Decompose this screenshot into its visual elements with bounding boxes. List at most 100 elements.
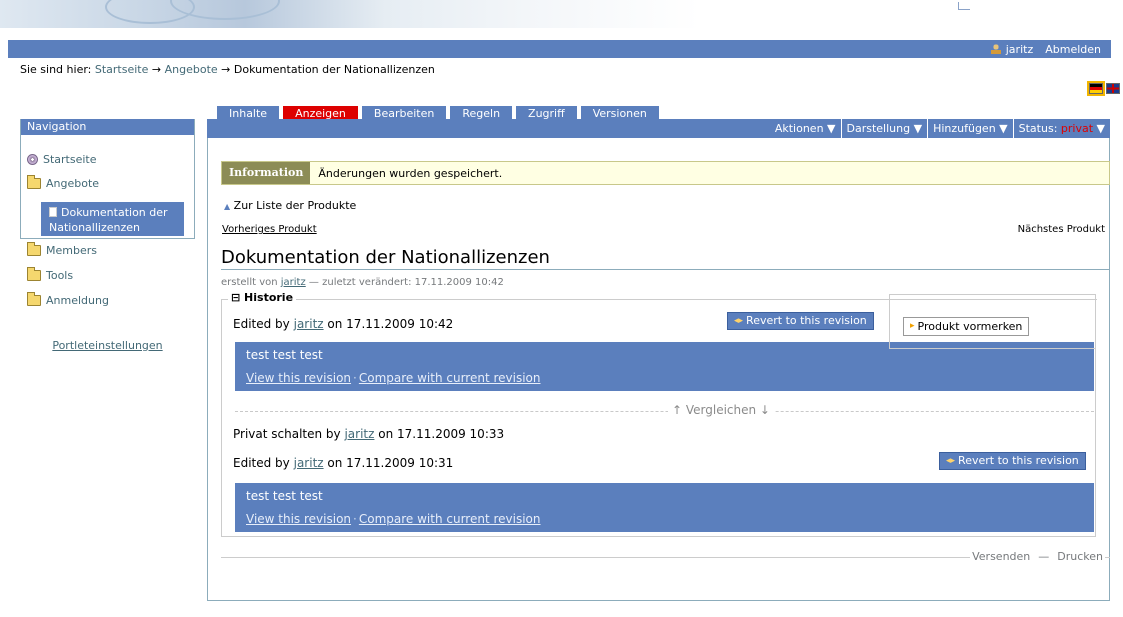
- nav-item-label: Anmeldung: [46, 294, 109, 307]
- revision-box: test test test View this revision · Compar…: [235, 342, 1094, 391]
- breadcrumb-prefix: Sie sind hier:: [20, 63, 92, 76]
- portlet-settings-link[interactable]: Portleteinstellungen: [52, 339, 162, 352]
- info-text: Änderungen wurden gespeichert.: [318, 166, 503, 180]
- previous-product-link[interactable]: Vorheriges Produkt: [222, 224, 317, 235]
- nav-item-label: Angebote: [46, 177, 100, 190]
- revision-comment: test test test: [246, 348, 323, 362]
- nav-item-dokumentation[interactable]: Dokumentation der Nationallizenzen: [41, 202, 184, 236]
- nav-item-anmeldung[interactable]: Anmeldung: [27, 292, 109, 307]
- link-separator: ·: [353, 512, 357, 526]
- nav-item-label: Tools: [46, 269, 74, 282]
- history-timestamp: on 17.11.2009 10:33: [378, 427, 505, 441]
- tab-zugriff[interactable]: Zugriff: [516, 106, 577, 120]
- german-flag-icon[interactable]: [1087, 81, 1105, 96]
- breadcrumb-separator: →: [221, 63, 231, 76]
- up-arrow-icon: ▲: [224, 202, 231, 211]
- display-menu[interactable]: Darstellung ▼: [840, 119, 928, 138]
- actions-menu[interactable]: Aktionen ▼: [770, 119, 841, 138]
- info-label: Information: [222, 162, 311, 184]
- dash: —: [1036, 550, 1052, 563]
- folder-icon: [27, 175, 41, 189]
- nav-item-label: Dokumentation der Nationallizenzen: [49, 206, 168, 234]
- compare-revision-link[interactable]: Compare with current revision: [359, 371, 541, 385]
- breadcrumb-angebote[interactable]: Angebote: [165, 63, 218, 76]
- history-action: Privat schalten by: [233, 427, 341, 441]
- history-user-link[interactable]: jaritz: [294, 317, 324, 331]
- history-timestamp: on 17.11.2009 10:42: [327, 317, 454, 331]
- history-action: Edited by: [233, 317, 290, 331]
- revert-label: Revert to this revision: [746, 314, 867, 327]
- history-entry: Edited by jaritz on 17.11.2009 10:31: [233, 456, 453, 470]
- vormerken-button[interactable]: ▸ Produkt vormerken: [903, 317, 1030, 336]
- view-revision-link[interactable]: View this revision: [246, 512, 351, 526]
- vormerken-label: Produkt vormerken: [917, 320, 1023, 333]
- tab-anzeigen[interactable]: Anzeigen: [283, 106, 358, 120]
- nav-item-angebote[interactable]: Angebote: [27, 175, 100, 190]
- folder-icon: [27, 292, 41, 306]
- page-title: Dokumentation der Nationallizenzen: [221, 247, 1109, 270]
- revision-comment: test test test: [246, 489, 323, 503]
- back-to-list-link[interactable]: ▲ Zur Liste der Produkte: [224, 199, 356, 212]
- revert-button[interactable]: ◂▸ Revert to this revision: [939, 452, 1086, 470]
- revert-icon: ◂▸: [946, 456, 956, 466]
- view-revision-link[interactable]: View this revision: [246, 371, 351, 385]
- content-actions-bar: Aktionen ▼ Darstellung ▼ Hinzufügen ▼ St…: [207, 119, 1110, 138]
- compare-revision-link[interactable]: Compare with current revision: [359, 512, 541, 526]
- content-area: Information Änderungen wurden gespeicher…: [207, 138, 1110, 601]
- compare-link[interactable]: ↑ Vergleichen ↓: [668, 403, 774, 417]
- user-icon: [990, 43, 1001, 54]
- document-byline: erstellt von jaritz — zuletzt verändert:…: [221, 277, 504, 288]
- link-separator: ·: [353, 371, 357, 385]
- breadcrumb-separator: →: [151, 63, 162, 76]
- banner-image: [0, 0, 700, 28]
- history-user-link[interactable]: jaritz: [344, 427, 374, 441]
- author-link[interactable]: jaritz: [281, 277, 306, 288]
- send-link[interactable]: Versenden: [970, 550, 1033, 563]
- portlet-footer: Portleteinstellungen: [20, 339, 195, 352]
- nav-item-startseite[interactable]: Startseite: [27, 153, 97, 166]
- tab-inhalte[interactable]: Inhalte: [217, 106, 280, 120]
- revert-icon: ◂▸: [734, 316, 744, 326]
- status-menu[interactable]: Status: privat ▼: [1012, 119, 1110, 138]
- document-icon: [49, 207, 57, 217]
- history-action: Edited by: [233, 456, 290, 470]
- history-toggle[interactable]: ⊟ Historie: [228, 291, 297, 304]
- content-tabs: Inhalte Anzeigen Bearbeiten Regeln Zugri…: [217, 106, 659, 120]
- byline-prefix: erstellt von: [221, 277, 278, 288]
- folder-icon: [27, 242, 41, 256]
- next-product-label: Nächstes Produkt: [1017, 224, 1105, 235]
- status-value: privat: [1060, 122, 1094, 135]
- status-label: Status:: [1018, 122, 1058, 135]
- english-flag-icon[interactable]: [1106, 83, 1120, 94]
- print-link[interactable]: Drucken: [1055, 550, 1105, 563]
- logout-link[interactable]: Abmelden: [1045, 43, 1101, 56]
- tab-bearbeiten[interactable]: Bearbeiten: [361, 106, 447, 120]
- info-message: Information Änderungen wurden gespeicher…: [221, 161, 1110, 185]
- home-icon: [27, 154, 38, 165]
- vormerken-portlet: ▸ Produkt vormerken: [889, 294, 1096, 349]
- tab-regeln[interactable]: Regeln: [450, 106, 513, 120]
- breadcrumb-startseite[interactable]: Startseite: [95, 63, 149, 76]
- bookmark-icon: ▸: [910, 321, 915, 331]
- back-to-list-label: Zur Liste der Produkte: [233, 199, 357, 212]
- window-icon: [958, 2, 970, 10]
- navigation-portlet: Navigation Startseite Angebote Dokumenta…: [20, 119, 195, 307]
- history-user-link[interactable]: jaritz: [294, 456, 324, 470]
- revision-box: test test test View this revision · Compar…: [235, 483, 1094, 532]
- history-timestamp: on 17.11.2009 10:31: [327, 456, 454, 470]
- tab-versionen[interactable]: Versionen: [580, 106, 659, 120]
- personal-bar: jaritz Abmelden: [8, 40, 1111, 58]
- history-entry: Edited by jaritz on 17.11.2009 10:42: [233, 317, 453, 331]
- navigation-title: Navigation: [21, 119, 194, 135]
- nav-item-members[interactable]: Members: [27, 242, 97, 257]
- folder-icon: [27, 267, 41, 281]
- user-link[interactable]: jaritz: [990, 43, 1033, 56]
- breadcrumb-current: Dokumentation der Nationallizenzen: [233, 63, 435, 76]
- compare-divider: [235, 411, 1094, 412]
- add-menu[interactable]: Hinzufügen ▼: [927, 119, 1013, 138]
- site-banner: [0, 0, 1123, 40]
- revert-button[interactable]: ◂▸ Revert to this revision: [727, 312, 874, 330]
- nav-item-label: Startseite: [43, 153, 97, 166]
- nav-item-tools[interactable]: Tools: [27, 267, 74, 282]
- document-actions: Versenden — Drucken: [970, 550, 1105, 563]
